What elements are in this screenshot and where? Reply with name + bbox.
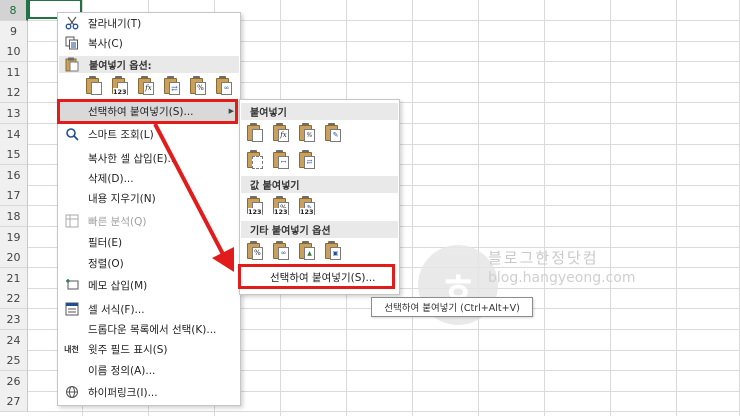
tooltip: 선택하여 붙여넣기 (Ctrl+Alt+V) (371, 297, 533, 317)
red-arrow-annotation (153, 123, 234, 272)
